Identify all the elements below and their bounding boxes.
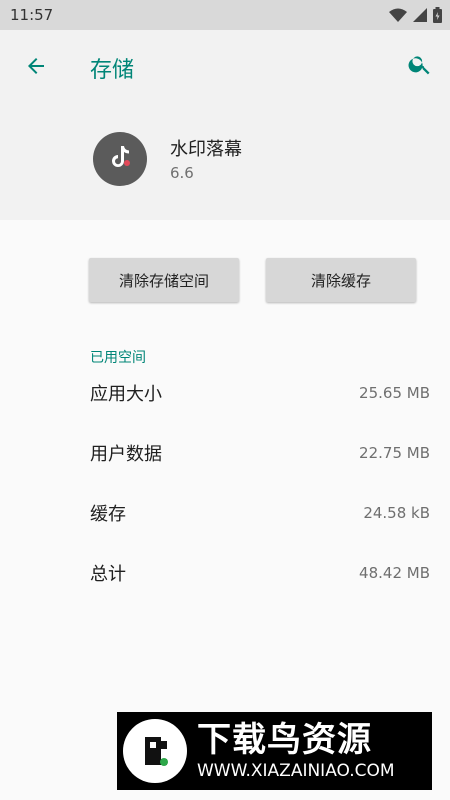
signal-icon	[413, 8, 427, 22]
row-label: 缓存	[90, 504, 126, 525]
row-total: 总计 48.42 MB	[90, 558, 430, 588]
app-version: 6.6	[170, 164, 194, 182]
app-header: 存储 水印落幕 6.6	[0, 30, 450, 220]
row-cache: 缓存 24.58 kB	[90, 498, 430, 528]
page-title: 存储	[90, 58, 135, 83]
search-icon	[407, 51, 433, 81]
row-label: 应用大小	[90, 384, 162, 405]
wifi-icon	[389, 8, 407, 22]
watermark-text: 下载鸟资源 WWW.XIAZAINIAO.COM	[197, 720, 395, 782]
watermark-url: WWW.XIAZAINIAO.COM	[197, 761, 395, 781]
section-header-used-space: 已用空间	[90, 350, 146, 366]
app-icon	[93, 132, 147, 186]
app-name: 水印落幕	[170, 139, 242, 160]
clear-storage-button[interactable]: 清除存储空间	[89, 258, 239, 302]
watermark-title: 下载鸟资源	[197, 720, 372, 760]
clear-cache-button[interactable]: 清除缓存	[266, 258, 416, 302]
battery-icon	[433, 7, 442, 23]
row-value: 25.65 MB	[359, 384, 430, 402]
row-label: 总计	[90, 564, 126, 585]
status-bar: 11:57	[0, 0, 450, 30]
search-button[interactable]	[402, 48, 438, 84]
arrow-left-icon	[24, 54, 48, 82]
row-user-data: 用户数据 22.75 MB	[90, 438, 430, 468]
bird-logo-icon	[123, 719, 187, 783]
status-time: 11:57	[10, 6, 54, 24]
watermark-banner: 下载鸟资源 WWW.XIAZAINIAO.COM	[117, 712, 432, 790]
row-value: 22.75 MB	[359, 444, 430, 462]
row-value: 48.42 MB	[359, 564, 430, 582]
back-button[interactable]	[18, 50, 54, 86]
row-app-size: 应用大小 25.65 MB	[90, 378, 430, 408]
row-label: 用户数据	[90, 444, 162, 465]
status-icons	[389, 7, 442, 23]
music-note-icon	[105, 142, 135, 176]
row-value: 24.58 kB	[363, 504, 430, 522]
